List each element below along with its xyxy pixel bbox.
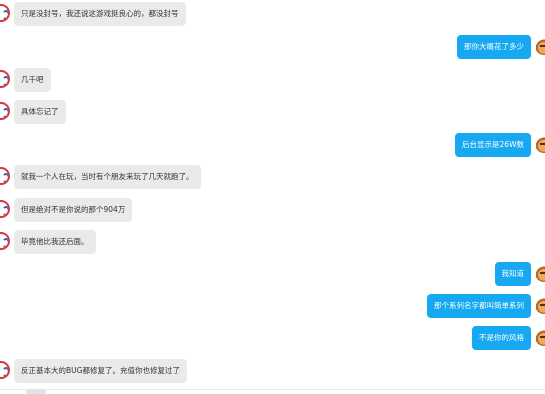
message-row-outgoing: 那你大概花了多少: [0, 35, 545, 61]
incoming-avatar-icon[interactable]: [0, 232, 10, 250]
message-bubble-incoming[interactable]: 毕竟他比我还后面。: [14, 230, 96, 254]
outgoing-avatar-icon[interactable]: [535, 37, 545, 55]
chat-conversation: 只是没封号，我还说这游戏挺良心的，都没封号 那你大概花了多少 几千吧 具体忘记了…: [0, 0, 545, 394]
message-row-incoming: 只是没封号，我还说这游戏挺良心的，都没封号: [0, 2, 545, 28]
message-row-outgoing: 后台显示是26W数: [0, 133, 545, 159]
message-row-outgoing: 不是你的风格: [0, 326, 545, 352]
outgoing-avatar-icon[interactable]: [535, 264, 545, 282]
message-bubble-incoming[interactable]: 但是绝对不是你说的那个904万: [14, 198, 133, 222]
message-row-incoming: 具体忘记了: [0, 100, 545, 126]
message-bubble-incoming[interactable]: 具体忘记了: [14, 100, 66, 124]
message-row-incoming: 就我一个人在玩，当时有个朋友来玩了几天就跑了。: [0, 165, 545, 191]
message-row-incoming: 毕竟他比我还后面。: [0, 230, 545, 256]
incoming-avatar-icon[interactable]: [0, 4, 10, 22]
message-bubble-outgoing[interactable]: 后台显示是26W数: [455, 133, 531, 157]
message-bubble-incoming[interactable]: 只是没封号，我还说这游戏挺良心的，都没封号: [14, 2, 186, 26]
message-bubble-incoming[interactable]: 几千吧: [14, 68, 51, 92]
incoming-avatar-icon[interactable]: [0, 70, 10, 88]
input-area-divider: [0, 389, 545, 390]
outgoing-avatar-icon[interactable]: [535, 328, 545, 346]
incoming-avatar-icon[interactable]: [0, 102, 10, 120]
message-bubble-incoming[interactable]: 反正基本大的BUG都修复了。充值你也修复过了: [14, 359, 187, 383]
message-row-incoming: 反正基本大的BUG都修复了。充值你也修复过了: [0, 359, 545, 385]
message-bubble-outgoing[interactable]: 那你大概花了多少: [457, 35, 531, 59]
message-row-outgoing: 我知道: [0, 262, 545, 288]
message-bubble-incoming[interactable]: 就我一个人在玩，当时有个朋友来玩了几天就跑了。: [14, 165, 201, 189]
incoming-avatar-icon[interactable]: [0, 167, 10, 185]
input-toolbar-stub: [26, 390, 46, 394]
outgoing-avatar-icon[interactable]: [535, 296, 545, 314]
message-bubble-outgoing[interactable]: 那个系列名字都叫简单系列: [427, 294, 531, 318]
outgoing-avatar-icon[interactable]: [535, 135, 545, 153]
message-row-incoming: 但是绝对不是你说的那个904万: [0, 198, 545, 224]
message-bubble-outgoing[interactable]: 不是你的风格: [472, 326, 531, 350]
incoming-avatar-icon[interactable]: [0, 200, 10, 218]
message-row-outgoing: 那个系列名字都叫简单系列: [0, 294, 545, 320]
incoming-avatar-icon[interactable]: [0, 361, 10, 379]
message-row-incoming: 几千吧: [0, 68, 545, 94]
message-bubble-outgoing[interactable]: 我知道: [494, 262, 531, 286]
